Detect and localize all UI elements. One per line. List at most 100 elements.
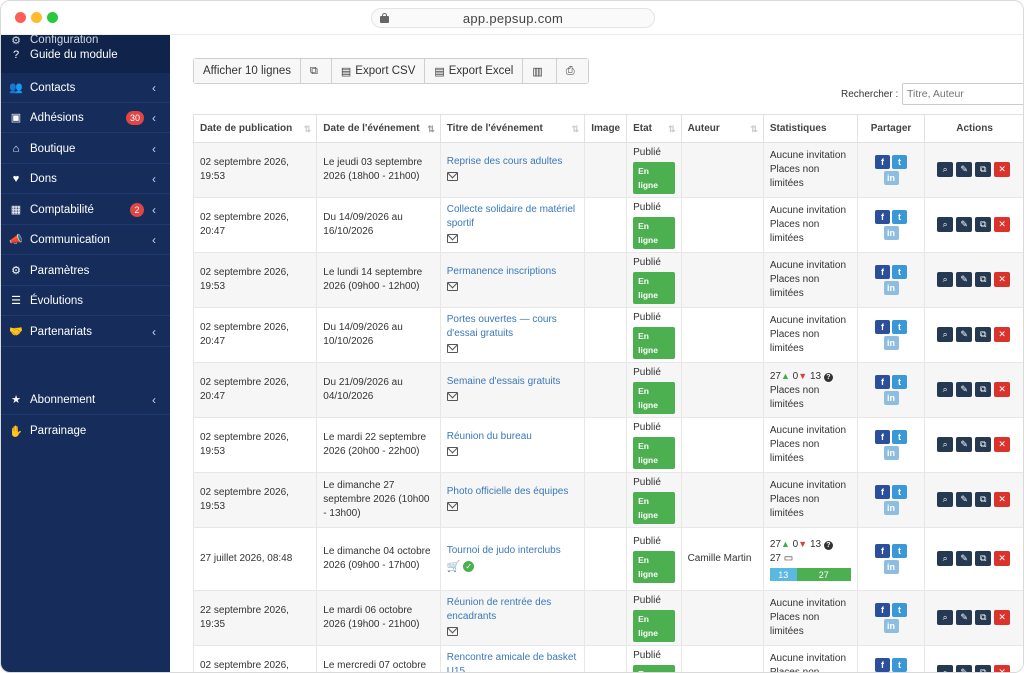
event-title-link[interactable]: Photo officielle des équipes — [447, 485, 578, 499]
duplicate-button[interactable]: ⧉ — [975, 217, 992, 233]
export-pdf-button[interactable]: ▥ — [523, 59, 557, 83]
event-title-link[interactable]: Réunion du bureau — [447, 430, 578, 444]
facebook-share-button[interactable]: f — [875, 320, 891, 334]
sidebar-item-guide[interactable]: ? Guide du module — [1, 40, 170, 70]
edit-button[interactable]: ✎ — [956, 665, 973, 672]
twitter-share-button[interactable]: t — [892, 320, 908, 334]
duplicate-button[interactable]: ⧉ — [975, 327, 992, 343]
twitter-share-button[interactable]: t — [892, 544, 908, 558]
event-title-link[interactable]: Tournoi de judo interclubs — [447, 544, 578, 558]
linkedin-share-button[interactable]: in — [883, 226, 899, 240]
view-button[interactable]: ⌕ — [937, 610, 954, 626]
facebook-share-button[interactable]: f — [875, 155, 891, 169]
twitter-share-button[interactable]: t — [892, 265, 908, 279]
search-input[interactable] — [902, 83, 1023, 105]
delete-button[interactable]: ✕ — [994, 665, 1011, 672]
edit-button[interactable]: ✎ — [956, 327, 973, 343]
delete-button[interactable]: ✕ — [994, 551, 1011, 567]
facebook-share-button[interactable]: f — [875, 485, 891, 499]
edit-button[interactable]: ✎ — [956, 382, 973, 398]
view-button[interactable]: ⌕ — [937, 162, 954, 178]
linkedin-share-button[interactable]: in — [883, 619, 899, 633]
view-button[interactable]: ⌕ — [937, 217, 954, 233]
view-button[interactable]: ⌕ — [937, 437, 954, 453]
duplicate-button[interactable]: ⧉ — [975, 551, 992, 567]
view-button[interactable]: ⌕ — [937, 382, 954, 398]
edit-button[interactable]: ✎ — [956, 492, 973, 508]
delete-button[interactable]: ✕ — [994, 492, 1011, 508]
minimize-window-button[interactable] — [31, 12, 42, 23]
event-title-link[interactable]: Permanence inscriptions — [447, 265, 578, 279]
delete-button[interactable]: ✕ — [994, 327, 1011, 343]
view-button[interactable]: ⌕ — [937, 551, 954, 567]
event-title-link[interactable]: Rencontre amicale de basket U15 — [447, 651, 578, 673]
close-window-button[interactable] — [15, 12, 26, 23]
duplicate-button[interactable]: ⧉ — [975, 382, 992, 398]
twitter-share-button[interactable]: t — [892, 155, 908, 169]
duplicate-button[interactable]: ⧉ — [975, 610, 992, 626]
delete-button[interactable]: ✕ — [994, 217, 1011, 233]
twitter-share-button[interactable]: t — [892, 210, 908, 224]
delete-button[interactable]: ✕ — [994, 162, 1011, 178]
print-button[interactable]: ⎙ — [556, 59, 588, 83]
sidebar-item-adhesions[interactable]: ▣ Adhésions 30 ‹ — [1, 103, 170, 133]
facebook-share-button[interactable]: f — [875, 658, 891, 672]
url-bar[interactable]: app.pepsup.com — [371, 8, 655, 28]
edit-button[interactable]: ✎ — [956, 437, 973, 453]
header-date-evenement[interactable]: Date de l'événement ⇅ — [316, 114, 441, 143]
delete-button[interactable]: ✕ — [994, 610, 1011, 626]
export-csv-button[interactable]: ▤ Export CSV — [331, 59, 426, 83]
edit-button[interactable]: ✎ — [956, 610, 973, 626]
event-title-link[interactable]: Reprise des cours adultes — [447, 155, 578, 169]
facebook-share-button[interactable]: f — [875, 603, 891, 617]
twitter-share-button[interactable]: t — [892, 430, 908, 444]
twitter-share-button[interactable]: t — [892, 603, 908, 617]
event-title-link[interactable]: Portes ouvertes — cours d'essai gratuits — [447, 313, 578, 341]
sidebar-item-partenariats[interactable]: 🤝 Partenariats ‹ — [1, 317, 170, 347]
facebook-share-button[interactable]: f — [875, 375, 891, 389]
linkedin-share-button[interactable]: in — [883, 171, 899, 185]
view-button[interactable]: ⌕ — [937, 327, 954, 343]
linkedin-share-button[interactable]: in — [883, 560, 899, 574]
duplicate-button[interactable]: ⧉ — [975, 492, 992, 508]
facebook-share-button[interactable]: f — [875, 544, 891, 558]
twitter-share-button[interactable]: t — [892, 658, 908, 672]
header-auteur[interactable]: Auteur ⇅ — [680, 114, 764, 143]
view-button[interactable]: ⌕ — [937, 272, 954, 288]
event-title-link[interactable]: Collecte solidaire de matériel sportif — [447, 203, 578, 231]
sidebar-item-parametres[interactable]: ⚙ Paramètres — [1, 256, 170, 286]
linkedin-share-button[interactable]: in — [883, 391, 899, 405]
linkedin-share-button[interactable]: in — [883, 281, 899, 295]
view-button[interactable]: ⌕ — [937, 665, 954, 672]
linkedin-share-button[interactable]: in — [883, 336, 899, 350]
edit-button[interactable]: ✎ — [956, 162, 973, 178]
header-etat[interactable]: Etat ⇅ — [626, 114, 682, 143]
sidebar-item-dons[interactable]: ♥ Dons ‹ — [1, 164, 170, 194]
twitter-share-button[interactable]: t — [892, 485, 908, 499]
show-rows-button[interactable]: Afficher 10 lignes — [194, 59, 302, 83]
facebook-share-button[interactable]: f — [875, 265, 891, 279]
sidebar-item-communication[interactable]: 📣 Communication ‹ — [1, 225, 170, 255]
sidebar-item-parrainage[interactable]: ✋ Parrainage — [1, 416, 170, 446]
export-excel-button[interactable]: ▤ Export Excel — [425, 59, 524, 83]
edit-button[interactable]: ✎ — [956, 272, 973, 288]
sidebar-item-evolutions[interactable]: ☰ Évolutions — [1, 286, 170, 316]
copy-button[interactable]: ⧉ — [301, 59, 332, 83]
view-button[interactable]: ⌕ — [937, 492, 954, 508]
delete-button[interactable]: ✕ — [994, 437, 1011, 453]
linkedin-share-button[interactable]: in — [883, 446, 899, 460]
linkedin-share-button[interactable]: in — [883, 501, 899, 515]
edit-button[interactable]: ✎ — [956, 551, 973, 567]
edit-button[interactable]: ✎ — [956, 217, 973, 233]
sidebar-item-comptabilite[interactable]: ▦ Comptabilité 2 ‹ — [1, 195, 170, 225]
duplicate-button[interactable]: ⧉ — [975, 162, 992, 178]
sidebar-item-contacts[interactable]: 👥 Contacts ‹ — [1, 73, 170, 103]
twitter-share-button[interactable]: t — [892, 375, 908, 389]
duplicate-button[interactable]: ⧉ — [975, 665, 992, 672]
header-titre[interactable]: Titre de l'événement ⇅ — [439, 114, 586, 143]
facebook-share-button[interactable]: f — [875, 430, 891, 444]
delete-button[interactable]: ✕ — [994, 272, 1011, 288]
duplicate-button[interactable]: ⧉ — [975, 272, 992, 288]
maximize-window-button[interactable] — [47, 12, 58, 23]
facebook-share-button[interactable]: f — [875, 210, 891, 224]
